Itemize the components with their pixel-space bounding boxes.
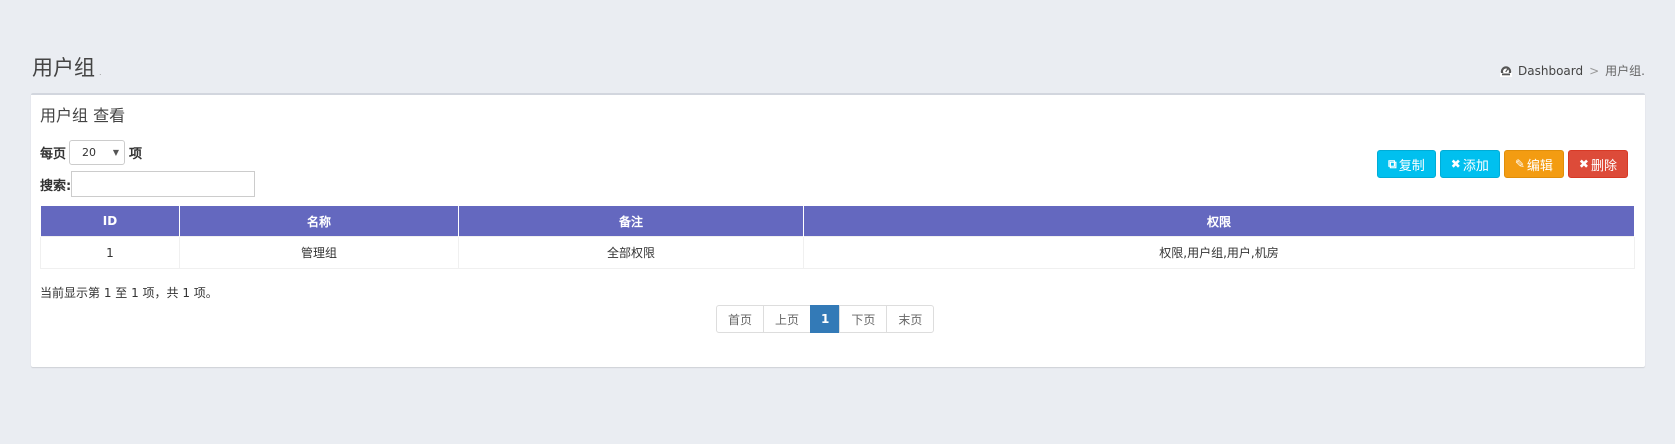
page-subtitle: . — [99, 68, 102, 77]
prev-page-button[interactable]: 上页 — [763, 305, 812, 333]
column-header-permissions[interactable]: 权限 — [803, 205, 1635, 237]
copy-button-label: 复制 — [1398, 158, 1425, 174]
cell-name: 管理组 — [179, 236, 459, 269]
cell-id: 1 — [40, 236, 180, 269]
pagination: 首页 上页 1 下页 末页 — [716, 305, 935, 333]
copy-button[interactable]: ⧉ 复制 — [1377, 150, 1436, 178]
edit-button[interactable]: ✎ 编辑 — [1503, 150, 1564, 178]
data-table: ID 名称 备注 权限 1 管理组 全部权限 权限,用户组,用户,机房 — [40, 205, 1635, 269]
delete-button-label: 删除 — [1590, 158, 1617, 174]
table-header-row: ID 名称 备注 权限 — [40, 205, 1635, 237]
edit-icon: ✎ — [1514, 157, 1525, 171]
last-page-button[interactable]: 末页 — [886, 305, 935, 333]
breadcrumb-separator: > — [1589, 63, 1600, 78]
add-icon: ✖ — [1450, 157, 1461, 171]
table-row[interactable]: 1 管理组 全部权限 权限,用户组,用户,机房 — [40, 236, 1635, 269]
cell-remark: 全部权限 — [458, 236, 804, 269]
breadcrumb-current: 用户组. — [1605, 64, 1645, 78]
per-page-control: 每页 20 ▼ 项 — [40, 140, 142, 165]
cell-permissions: 权限,用户组,用户,机房 — [803, 236, 1635, 269]
per-page-prefix: 每页 — [40, 147, 67, 162]
table-info: 当前显示第 1 至 1 项，共 1 项。 — [40, 286, 218, 300]
edit-button-label: 编辑 — [1526, 158, 1553, 174]
content-box: 用户组 查看 每页 20 ▼ 项 搜索: ⧉ 复制 ✖ 添加 ✎ 编辑 ✖ 删除 — [31, 93, 1645, 367]
column-header-name[interactable]: 名称 — [179, 205, 459, 237]
chevron-down-icon: ▼ — [112, 148, 120, 157]
next-page-button[interactable]: 下页 — [839, 305, 888, 333]
toolbar: ⧉ 复制 ✖ 添加 ✎ 编辑 ✖ 删除 — [1377, 150, 1628, 178]
per-page-value: 20 — [82, 146, 97, 159]
page-header: 用户组. Dashboard > 用户组. — [32, 52, 1645, 82]
copy-icon: ⧉ — [1388, 156, 1397, 171]
add-button-label: 添加 — [1462, 158, 1489, 174]
search-input[interactable] — [71, 171, 256, 197]
current-page-button[interactable]: 1 — [810, 305, 841, 333]
page-title: 用户组. — [32, 52, 102, 82]
add-button[interactable]: ✖ 添加 — [1439, 150, 1500, 178]
search-row: 搜索: — [40, 171, 256, 197]
first-page-button[interactable]: 首页 — [716, 305, 765, 333]
column-header-remark[interactable]: 备注 — [458, 205, 804, 237]
per-page-suffix: 项 — [129, 147, 143, 162]
column-header-id[interactable]: ID — [40, 205, 180, 237]
per-page-select[interactable]: 20 ▼ — [69, 140, 126, 165]
page-title-text: 用户组 — [32, 56, 95, 80]
breadcrumb-dashboard-link[interactable]: Dashboard — [1518, 64, 1583, 78]
delete-icon: ✖ — [1578, 157, 1589, 171]
box-title: 用户组 查看 — [40, 106, 126, 125]
breadcrumb: Dashboard > 用户组. — [1500, 62, 1645, 79]
search-label: 搜索: — [40, 178, 72, 194]
delete-button[interactable]: ✖ 删除 — [1567, 150, 1628, 178]
dashboard-icon — [1500, 65, 1512, 77]
